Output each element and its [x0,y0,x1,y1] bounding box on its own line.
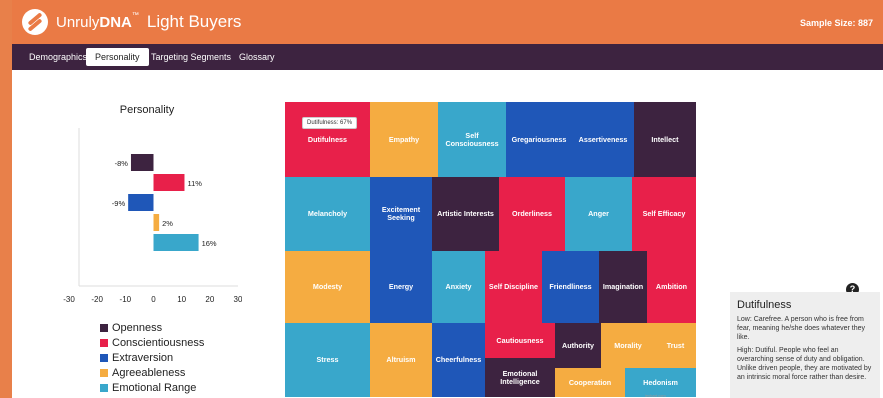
header-bar: UnrulyDNA™ Light Buyers Sample Size: 887 [12,0,883,44]
brand-title: UnrulyDNA™ Light Buyers [56,12,241,32]
sample-size: Sample Size: 887 [799,18,873,28]
info-low: Low: Carefree. A person who is free from… [737,316,866,341]
treemap-cell-energy[interactable]: Energy [370,251,432,323]
treemap-cell-ambition[interactable]: Ambition [647,251,696,323]
x-tick-label: 10 [177,295,186,304]
treemap-cell-intellect[interactable]: Intellect [634,102,696,177]
bar-extraversion [128,194,154,211]
tab-targeting-segments[interactable]: Targeting Segments [142,48,240,66]
info-high: High: Dutiful. People who feel an overar… [737,347,872,381]
treemap-cell-emotional-intelligence[interactable]: Emotional Intelligence [485,358,555,397]
treemap-cell-excitement-seeking[interactable]: Excitement Seeking [370,177,432,251]
treemap-cell-authority[interactable]: Authority [555,323,601,368]
app-frame: UnrulyDNA™ Light Buyers Sample Size: 887 … [0,0,883,398]
legend-item: Conscientiousness [100,335,204,350]
legend-label: Emotional Range [112,381,197,394]
treemap-cell-modesty[interactable]: Modesty [285,251,370,323]
bar-emotional-range [153,234,199,251]
tab-glossary[interactable]: Glossary [230,48,284,66]
treemap-tooltip: Dutifulness: 67% [302,117,358,129]
treemap-cell-cautiousness[interactable]: Cautiousness [485,323,555,358]
x-tick-label: -10 [120,295,132,304]
main-content: Personality -30 -20 -10 0 10 20 30 -8% 11% -9% 2% 1… [12,70,883,398]
legend-item: Emotional Range [100,380,204,395]
treemap-cell-trust[interactable]: Trust [655,323,696,368]
treemap-cell-imagination[interactable]: Imagination [599,251,647,323]
treemap-cell-cooperation[interactable]: Cooperation [555,368,625,397]
legend-label: Openness [112,321,163,334]
legend-item: Agreeableness [100,365,204,380]
treemap-cell-self-consciousness[interactable]: Self Consciousness [438,102,506,177]
treemap-cell-anger[interactable]: Anger [565,177,632,251]
brand-tm: ™ [131,12,139,19]
treemap-cell-assertiveness[interactable]: Assertiveness [572,102,634,177]
legend-swatch [100,323,108,332]
bar-agreeableness [153,214,160,231]
treemap-cell-orderliness[interactable]: Orderliness [499,177,565,251]
treemap-cell-dutifulness[interactable]: Dutifulness [285,102,370,177]
info-panel: Dutifulness Low: Carefree. A person who … [730,292,880,398]
tab-demographics[interactable]: Demographics [20,48,96,66]
treemap-cell-gregariousness[interactable]: Gregariousness [506,102,572,177]
page-title: Light Buyers [146,12,242,31]
nav-bar: Demographics Personality Targeting Segme… [12,44,883,70]
treemap-cell-altruism[interactable]: Altruism [370,323,432,397]
legend-label: Extraversion [112,351,174,364]
info-title: Dutifulness [737,299,792,311]
x-tick-label: -20 [91,295,103,304]
bar-value-label: 11% [187,179,202,188]
personality-bar-chart: -30 -20 -10 0 10 20 30 -8% 11% -9% 2% 16% [63,128,242,304]
legend-swatch [100,383,108,392]
treemap-cell-stress[interactable]: Stress [285,323,370,397]
x-tick-label: 0 [151,295,156,304]
x-tick-label: -30 [63,295,75,304]
app-window: UnrulyDNA™ Light Buyers Sample Size: 887 … [12,0,883,398]
legend-swatch [100,338,108,347]
x-tick-label: 20 [205,295,214,304]
tab-personality[interactable]: Personality [86,48,149,66]
brand-bold: DNA [99,14,132,31]
treemap-cell-friendliness[interactable]: Friendliness [542,251,599,323]
legend-item: Extraversion [100,350,204,365]
watermark: lexhart.com [645,393,666,398]
treemap-cell-melancholy[interactable]: Melancholy [285,177,370,251]
treemap-cell-artistic-interests[interactable]: Artistic Interests [432,177,499,251]
legend-swatch [100,353,108,362]
legend-item: Openness [100,320,204,335]
bar-value-label: -8% [115,159,129,168]
treemap-cell-cheerfulness[interactable]: Cheerfulness [432,323,485,397]
unruly-logo-icon[interactable] [22,9,48,35]
treemap-cell-self-efficacy[interactable]: Self Efficacy [632,177,696,251]
chart-legend: Openness Conscientiousness Extraversion Agr… [100,320,204,395]
bar-value-label: 16% [202,239,217,248]
bar-value-label: -9% [112,199,126,208]
bar-value-label: 2% [162,219,173,228]
x-tick-label: 30 [234,295,242,304]
chart-title: Personality [119,104,175,116]
legend-label: Agreeableness [112,366,186,379]
treemap-cell-self-discipline[interactable]: Self Discipline [485,251,542,323]
treemap-cell-empathy[interactable]: Empathy [370,102,438,177]
bar-openness [130,154,154,171]
bar-conscientiousness [153,174,185,191]
legend-swatch [100,368,108,377]
treemap-cell-anxiety[interactable]: Anxiety [432,251,485,323]
brand-light: Unruly [56,14,100,31]
legend-label: Conscientiousness [112,336,205,349]
treemap-cell-morality[interactable]: Morality [601,323,655,368]
personality-treemap: Hedonism Cooperation Emotional Intelligenc… [285,102,696,397]
